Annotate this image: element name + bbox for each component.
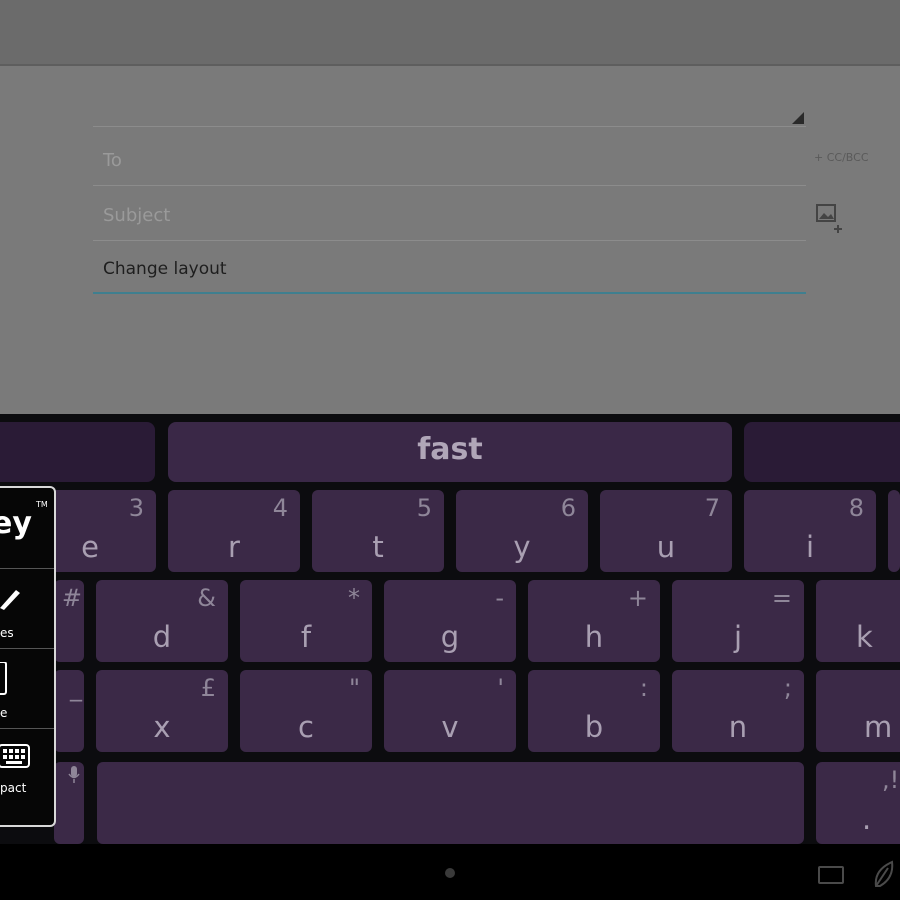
key-alt: 4	[272, 494, 288, 522]
key-label: y	[513, 530, 531, 564]
key-d[interactable]: & d	[96, 580, 228, 662]
key-label: v	[441, 710, 459, 744]
key-alt: :	[639, 674, 648, 702]
key-mic-partial[interactable]	[54, 762, 84, 844]
key-alt: '	[497, 674, 504, 702]
suggestion-middle[interactable]: fast	[168, 422, 732, 482]
suggestion-right[interactable]	[744, 422, 900, 482]
swiftkey-notification-icon[interactable]	[872, 860, 896, 888]
swiftkey-keyboard: fast 3 e 4 r 5 t 6 y 7 u 8 i # & d * f -…	[0, 414, 900, 844]
cc-bcc-button[interactable]: + CC/BCC	[814, 151, 869, 164]
key-label: f	[300, 620, 312, 654]
microphone-icon	[68, 766, 80, 783]
key-x[interactable]: £ x	[96, 670, 228, 752]
popup-item-themes[interactable]: es	[0, 568, 54, 649]
keyboard-icon	[0, 744, 30, 768]
key-label: d	[152, 620, 172, 654]
key-label: u	[656, 530, 676, 564]
key-f[interactable]: * f	[240, 580, 372, 662]
key-v[interactable]: ' v	[384, 670, 516, 752]
key-label: t	[372, 530, 384, 564]
key-alt: +	[627, 584, 648, 612]
popup-item-resize[interactable]: e	[0, 648, 54, 729]
key-h[interactable]: + h	[528, 580, 660, 662]
brush-icon	[0, 590, 20, 610]
key-label: r	[228, 530, 240, 564]
key-label: h	[584, 620, 604, 654]
popup-item-label: pact	[0, 781, 27, 795]
key-s-partial[interactable]: #	[54, 580, 84, 662]
key-alt: 7	[704, 494, 720, 522]
key-b[interactable]: : b	[528, 670, 660, 752]
key-punctuation[interactable]: ,! .	[816, 762, 900, 844]
brand-text: ey	[0, 506, 32, 541]
key-alt: *	[348, 584, 360, 612]
key-alt: 8	[848, 494, 864, 522]
key-alt: -	[495, 584, 504, 612]
key-label: c	[298, 710, 314, 744]
key-n[interactable]: ; n	[672, 670, 804, 752]
key-alt: 6	[560, 494, 576, 522]
popup-item-label: e	[0, 706, 8, 720]
trademark-text: TM	[36, 500, 48, 509]
key-label: k	[856, 620, 873, 654]
space-key[interactable]	[97, 762, 804, 844]
key-z-partial[interactable]: _	[54, 670, 84, 752]
key-label: n	[728, 710, 748, 744]
suggestion-left[interactable]	[0, 422, 155, 482]
key-j[interactable]: = j	[672, 580, 804, 662]
key-alt: "	[348, 674, 360, 702]
home-dot-icon[interactable]	[445, 868, 455, 878]
key-i[interactable]: 8 i	[744, 490, 876, 572]
to-field[interactable]: To	[103, 150, 122, 171]
key-t[interactable]: 5 t	[312, 490, 444, 572]
keyboard-options-popup: ey TM es e	[0, 486, 56, 827]
key-alt: _	[70, 674, 82, 702]
key-alt: &	[197, 584, 216, 612]
popup-item-compact[interactable]: pact	[0, 728, 54, 825]
popup-item-label: es	[0, 626, 14, 640]
attach-image-icon[interactable]	[816, 203, 842, 233]
key-c[interactable]: " c	[240, 670, 372, 752]
key-label: j	[733, 620, 743, 654]
key-alt: 3	[128, 494, 144, 522]
key-label: m	[864, 710, 893, 744]
key-label: g	[440, 620, 460, 654]
from-divider	[93, 126, 806, 127]
from-dropdown-icon[interactable]	[792, 112, 804, 124]
body-focus-underline	[93, 292, 806, 294]
key-alt: =	[771, 584, 792, 612]
key-alt: £	[200, 674, 216, 702]
body-field[interactable]: Change layout	[103, 259, 227, 279]
key-u[interactable]: 7 u	[600, 490, 732, 572]
key-label: i	[805, 530, 815, 564]
key-r[interactable]: 4 r	[168, 490, 300, 572]
key-o-partial[interactable]	[888, 490, 900, 572]
key-k[interactable]: k	[816, 580, 900, 662]
swiftkey-logo: ey TM	[0, 488, 54, 569]
key-label: .	[862, 802, 872, 836]
subject-field[interactable]: Subject	[103, 205, 170, 226]
key-g[interactable]: - g	[384, 580, 516, 662]
action-bar	[0, 0, 900, 66]
key-label: x	[153, 710, 171, 744]
keyboard-indicator-icon[interactable]	[818, 866, 844, 884]
subject-divider	[93, 240, 806, 241]
key-y[interactable]: 6 y	[456, 490, 588, 572]
key-label: b	[584, 710, 604, 744]
key-alt: #	[61, 584, 82, 612]
to-divider	[93, 185, 806, 186]
key-alt: ,!	[882, 766, 900, 794]
key-alt: 5	[416, 494, 432, 522]
phone-icon	[0, 662, 7, 695]
key-m[interactable]: m	[816, 670, 900, 752]
key-alt: ;	[783, 674, 792, 702]
